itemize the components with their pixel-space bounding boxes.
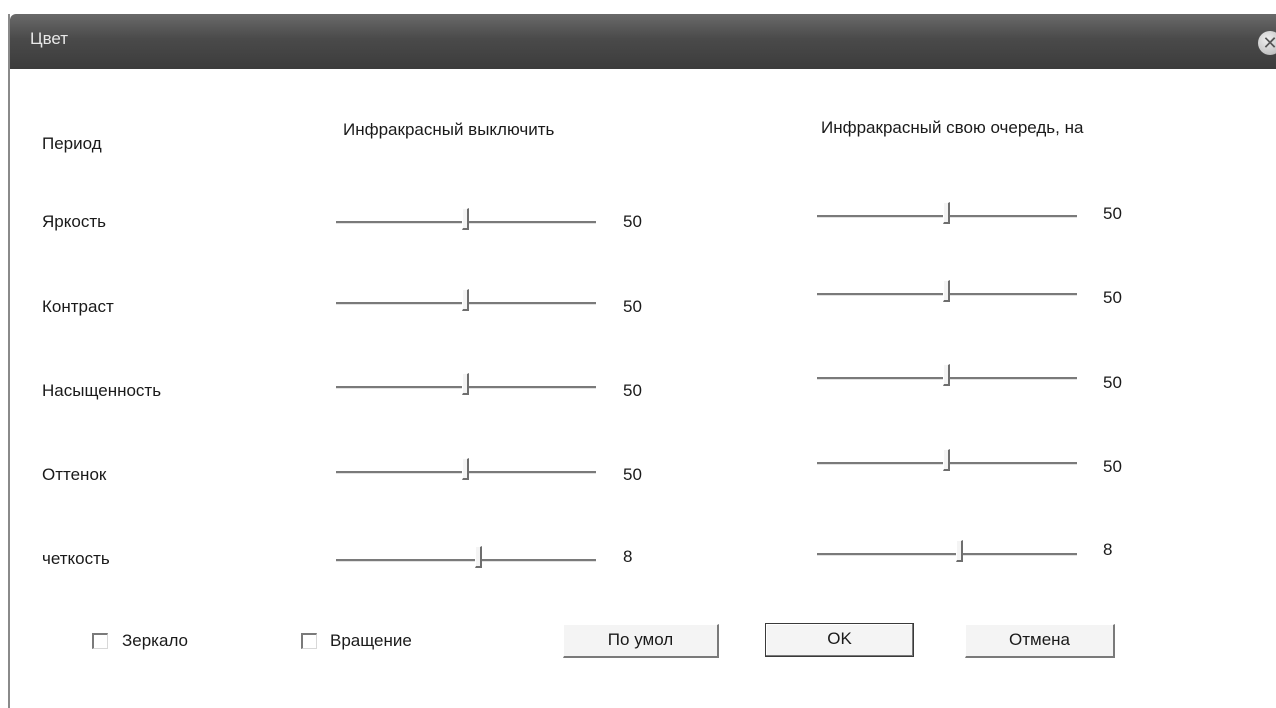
saturation-ir-on-slider[interactable] — [817, 362, 1077, 392]
ir-on-header: Инфракрасный свою очередь, на — [821, 118, 1084, 137]
row-label-contrast: Контраст — [42, 297, 114, 316]
slider-thumb[interactable] — [943, 364, 950, 386]
brightness-ir-on-value: 50 — [1103, 204, 1122, 223]
row-label-hue: Оттенок — [42, 465, 107, 484]
ok-button[interactable]: OK — [765, 623, 914, 657]
row-label-brightness: Яркость — [42, 212, 106, 231]
slider-thumb[interactable] — [943, 280, 950, 302]
color-dialog: Цвет ✕ Период Инфракрасный выключить Инф… — [8, 14, 1276, 708]
cancel-button[interactable]: Отмена — [965, 624, 1115, 658]
slider-thumb[interactable] — [462, 289, 469, 311]
hue-ir-off-slider[interactable] — [336, 456, 596, 486]
title-bar: Цвет — [10, 14, 1276, 69]
contrast-ir-off-value: 50 — [623, 297, 642, 316]
saturation-ir-on-value: 50 — [1103, 373, 1122, 392]
brightness-ir-off-slider[interactable] — [336, 206, 596, 236]
mirror-label: Зеркало — [122, 631, 189, 650]
sharpness-ir-on-value: 8 — [1103, 540, 1113, 559]
brightness-ir-on-slider[interactable] — [817, 200, 1077, 230]
contrast-ir-on-value: 50 — [1103, 288, 1122, 307]
period-label: Период — [42, 134, 102, 153]
slider-thumb[interactable] — [943, 202, 950, 224]
contrast-ir-on-slider[interactable] — [817, 278, 1077, 308]
slider-thumb[interactable] — [462, 208, 469, 230]
rotate-label: Вращение — [330, 631, 412, 650]
hue-ir-on-value: 50 — [1103, 457, 1122, 476]
brightness-ir-off-value: 50 — [623, 212, 642, 231]
default-button[interactable]: По умол — [563, 624, 719, 658]
slider-thumb[interactable] — [462, 373, 469, 395]
ir-off-header: Инфракрасный выключить — [343, 120, 555, 139]
mirror-checkbox[interactable] — [92, 633, 108, 649]
hue-ir-on-slider[interactable] — [817, 447, 1077, 477]
contrast-ir-off-slider[interactable] — [336, 287, 596, 317]
slider-thumb[interactable] — [462, 458, 469, 480]
window-title: Цвет — [30, 29, 69, 48]
row-label-sharpness: четкость — [42, 549, 110, 568]
saturation-ir-off-value: 50 — [623, 381, 642, 400]
close-icon[interactable]: ✕ — [1258, 31, 1276, 55]
slider-thumb[interactable] — [956, 540, 963, 562]
slider-thumb[interactable] — [943, 449, 950, 471]
rotate-checkbox[interactable] — [301, 633, 317, 649]
hue-ir-off-value: 50 — [623, 465, 642, 484]
row-label-saturation: Насыщенность — [42, 381, 162, 400]
sharpness-ir-on-slider[interactable] — [817, 538, 1077, 568]
saturation-ir-off-slider[interactable] — [336, 371, 596, 401]
slider-thumb[interactable] — [475, 546, 482, 568]
sharpness-ir-off-slider[interactable] — [336, 544, 596, 574]
sharpness-ir-off-value: 8 — [623, 547, 633, 566]
